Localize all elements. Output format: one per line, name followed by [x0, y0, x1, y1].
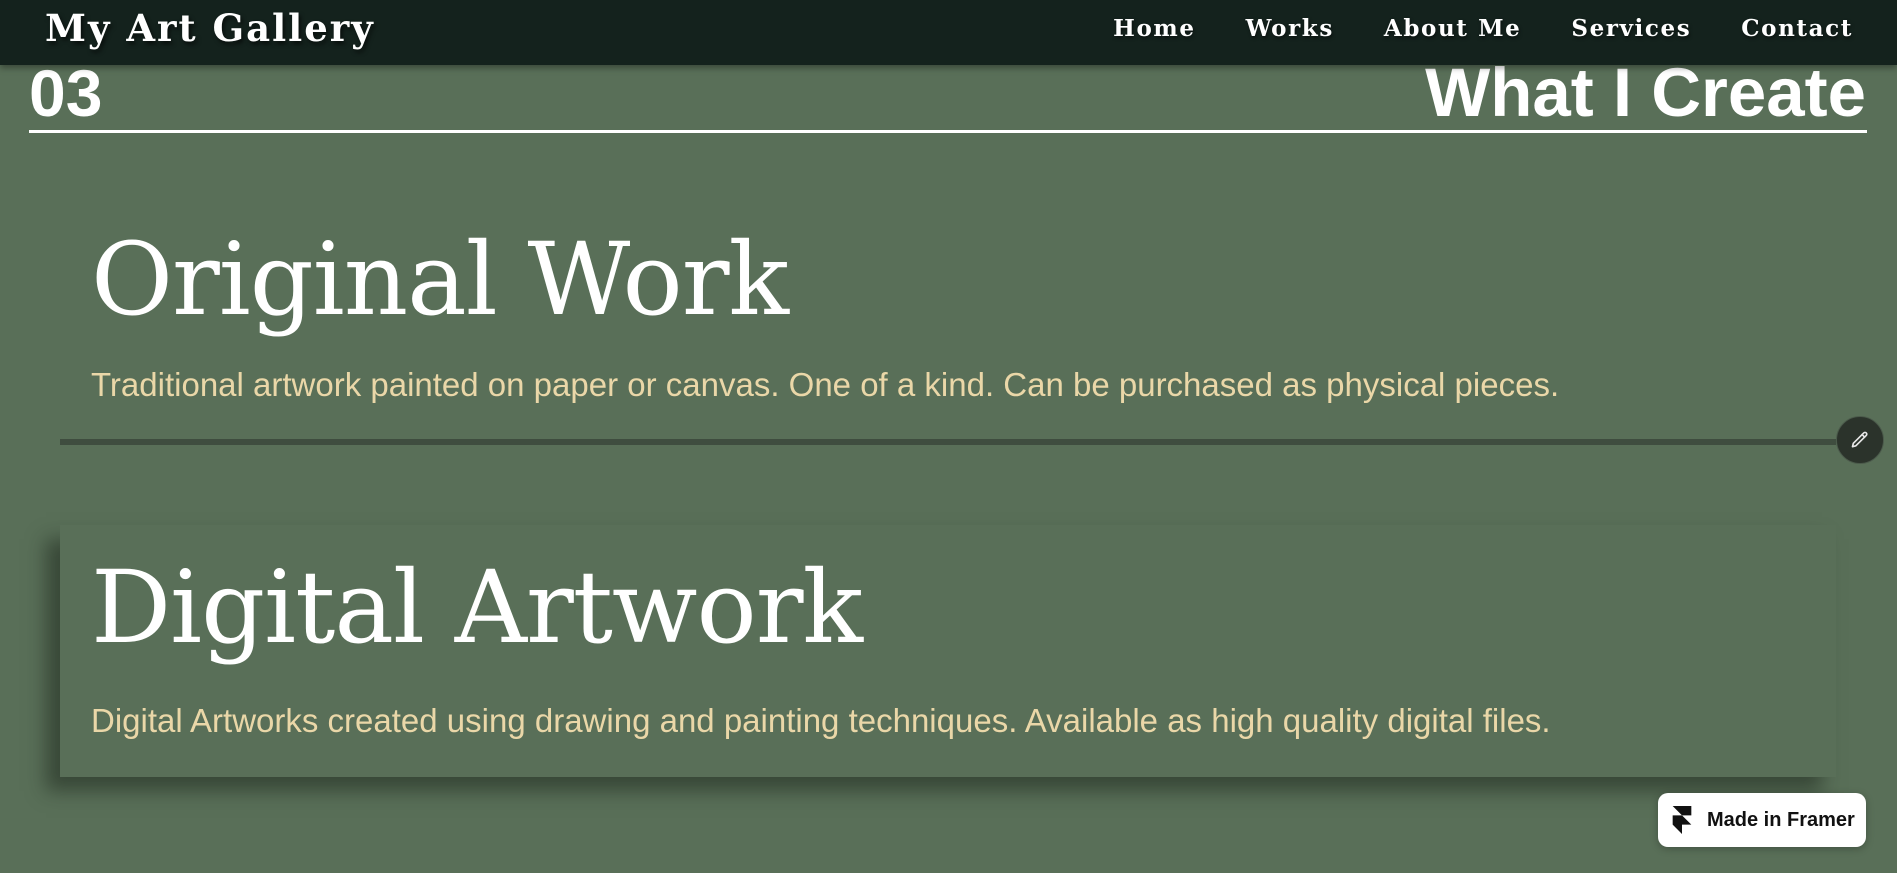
nav-link-works[interactable]: Works: [1246, 15, 1334, 42]
pencil-icon: [1850, 430, 1870, 450]
section-title: What I Create: [1425, 54, 1866, 131]
card-description: Digital Artworks created using drawing a…: [91, 702, 1551, 739]
nav-links: Home Works About Me Services Contact: [1113, 15, 1853, 42]
site-logo[interactable]: My Art Gallery: [45, 6, 375, 50]
service-card-digital-artwork: Digital Artwork Digital Artworks created…: [60, 525, 1836, 777]
edit-button[interactable]: [1836, 416, 1884, 464]
nav-link-contact[interactable]: Contact: [1741, 15, 1853, 42]
nav-link-services[interactable]: Services: [1571, 15, 1691, 42]
card-description: Traditional artwork painted on paper or …: [91, 366, 1560, 403]
section-header-divider: [29, 130, 1867, 133]
made-in-framer-badge[interactable]: Made in Framer: [1658, 793, 1866, 847]
nav-link-about-me[interactable]: About Me: [1384, 15, 1522, 42]
card-title: Original Work: [91, 221, 789, 338]
badge-label: Made in Framer: [1707, 808, 1855, 831]
service-card-original-work: Original Work Traditional artwork painte…: [60, 205, 1836, 445]
nav-link-home[interactable]: Home: [1113, 15, 1195, 42]
top-navigation-bar: My Art Gallery Home Works About Me Servi…: [0, 0, 1897, 65]
card-divider: [60, 439, 1836, 445]
framer-logo-icon: [1672, 806, 1694, 834]
card-title: Digital Artwork: [91, 549, 863, 666]
section-number: 03: [29, 56, 103, 130]
